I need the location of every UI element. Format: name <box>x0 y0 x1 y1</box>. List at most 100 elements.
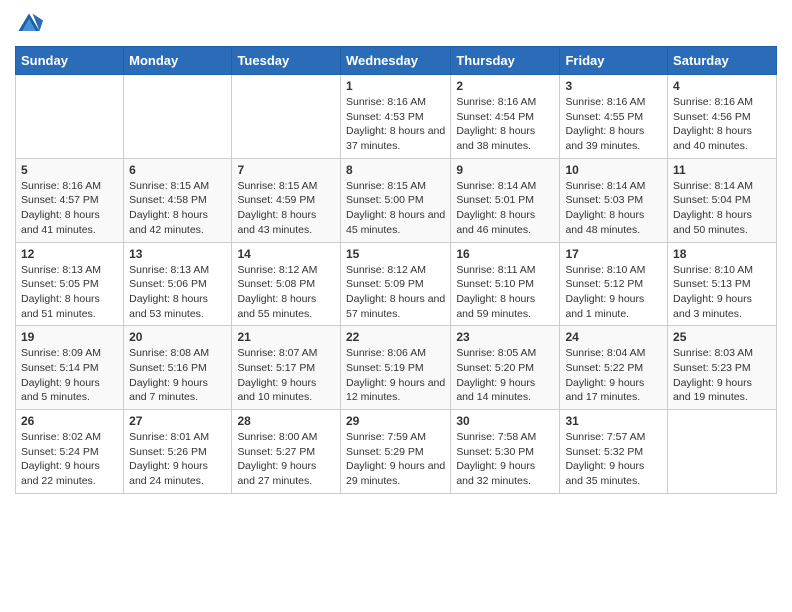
weekday-header-sunday: Sunday <box>16 47 124 75</box>
calendar-cell: 1 Sunrise: 8:16 AM Sunset: 4:53 PM Daylig… <box>340 75 450 159</box>
calendar-cell: 26 Sunrise: 8:02 AM Sunset: 5:24 PM Dayli… <box>16 410 124 494</box>
calendar-cell: 23Sunrise: 8:05 AM Sunset: 5:20 PM Dayli… <box>451 326 560 410</box>
calendar-cell: 10 Sunrise: 8:14 AM Sunset: 5:03 PM Dayli… <box>560 158 668 242</box>
day-number: 16 <box>456 247 554 261</box>
day-number: 3 <box>565 79 662 93</box>
day-number: 9 <box>456 163 554 177</box>
day-info: Sunrise: 8:01 AM Sunset: 5:26 PM Dayligh… <box>129 430 226 489</box>
day-info: Sunrise: 8:11 AM Sunset: 5:10 PM Dayligh… <box>456 263 554 322</box>
day-info: Sunrise: 8:14 AM Sunset: 5:03 PM Dayligh… <box>565 179 662 238</box>
calendar-cell: 8 Sunrise: 8:15 AM Sunset: 5:00 PM Daylig… <box>340 158 450 242</box>
day-info: Sunrise: 8:05 AM Sunset: 5:20 PM Dayligh… <box>456 346 554 405</box>
day-info: Sunrise: 7:57 AM Sunset: 5:32 PM Dayligh… <box>565 430 662 489</box>
calendar-cell: 11 Sunrise: 8:14 AM Sunset: 5:04 PM Dayli… <box>668 158 777 242</box>
calendar-cell: 12 Sunrise: 8:13 AM Sunset: 5:05 PM Dayli… <box>16 242 124 326</box>
day-number: 12 <box>21 247 118 261</box>
weekday-header-thursday: Thursday <box>451 47 560 75</box>
day-number: 6 <box>129 163 226 177</box>
calendar-cell: 17 Sunrise: 8:10 AM Sunset: 5:12 PM Dayli… <box>560 242 668 326</box>
calendar-cell: 30 Sunrise: 7:58 AM Sunset: 5:30 PM Dayli… <box>451 410 560 494</box>
logo-icon <box>15 10 43 38</box>
calendar-cell: 9 Sunrise: 8:14 AM Sunset: 5:01 PM Daylig… <box>451 158 560 242</box>
calendar-table: SundayMondayTuesdayWednesdayThursdayFrid… <box>15 46 777 494</box>
day-number: 4 <box>673 79 771 93</box>
calendar-cell <box>668 410 777 494</box>
calendar-cell <box>124 75 232 159</box>
day-number: 28 <box>237 414 335 428</box>
day-info: Sunrise: 8:10 AM Sunset: 5:13 PM Dayligh… <box>673 263 771 322</box>
calendar-cell: 31 Sunrise: 7:57 AM Sunset: 5:32 PM Dayli… <box>560 410 668 494</box>
day-number: 15 <box>346 247 445 261</box>
day-info: Sunrise: 8:02 AM Sunset: 5:24 PM Dayligh… <box>21 430 118 489</box>
day-info: Sunrise: 8:06 AM Sunset: 5:19 PM Dayligh… <box>346 346 445 405</box>
day-info: Sunrise: 8:10 AM Sunset: 5:12 PM Dayligh… <box>565 263 662 322</box>
day-number: 7 <box>237 163 335 177</box>
calendar-cell: 6 Sunrise: 8:15 AM Sunset: 4:58 PM Daylig… <box>124 158 232 242</box>
calendar-cell: 29 Sunrise: 7:59 AM Sunset: 5:29 PM Dayli… <box>340 410 450 494</box>
day-info: Sunrise: 8:13 AM Sunset: 5:06 PM Dayligh… <box>129 263 226 322</box>
calendar-cell: 19 Sunrise: 8:09 AM Sunset: 5:14 PM Dayli… <box>16 326 124 410</box>
page-container: SundayMondayTuesdayWednesdayThursdayFrid… <box>0 0 792 504</box>
day-info: Sunrise: 8:14 AM Sunset: 5:04 PM Dayligh… <box>673 179 771 238</box>
day-info: Sunrise: 8:03 AM Sunset: 5:23 PM Dayligh… <box>673 346 771 405</box>
day-info: Sunrise: 7:58 AM Sunset: 5:30 PM Dayligh… <box>456 430 554 489</box>
weekday-header-monday: Monday <box>124 47 232 75</box>
day-number: 26 <box>21 414 118 428</box>
calendar-cell: 27 Sunrise: 8:01 AM Sunset: 5:26 PM Dayli… <box>124 410 232 494</box>
calendar-week-row: 26 Sunrise: 8:02 AM Sunset: 5:24 PM Dayli… <box>16 410 777 494</box>
day-number: 5 <box>21 163 118 177</box>
calendar-cell <box>232 75 341 159</box>
weekday-header-friday: Friday <box>560 47 668 75</box>
calendar-cell: 28Sunrise: 8:00 AM Sunset: 5:27 PM Dayli… <box>232 410 341 494</box>
day-info: Sunrise: 8:14 AM Sunset: 5:01 PM Dayligh… <box>456 179 554 238</box>
day-number: 10 <box>565 163 662 177</box>
day-number: 27 <box>129 414 226 428</box>
day-info: Sunrise: 8:16 AM Sunset: 4:54 PM Dayligh… <box>456 95 554 154</box>
page-header <box>15 10 777 38</box>
calendar-cell: 14Sunrise: 8:12 AM Sunset: 5:08 PM Dayli… <box>232 242 341 326</box>
calendar-cell: 15 Sunrise: 8:12 AM Sunset: 5:09 PM Dayli… <box>340 242 450 326</box>
weekday-header-row: SundayMondayTuesdayWednesdayThursdayFrid… <box>16 47 777 75</box>
weekday-header-saturday: Saturday <box>668 47 777 75</box>
day-number: 2 <box>456 79 554 93</box>
day-number: 8 <box>346 163 445 177</box>
calendar-cell: 3Sunrise: 8:16 AM Sunset: 4:55 PM Daylig… <box>560 75 668 159</box>
weekday-header-wednesday: Wednesday <box>340 47 450 75</box>
day-info: Sunrise: 8:13 AM Sunset: 5:05 PM Dayligh… <box>21 263 118 322</box>
logo <box>15 10 47 38</box>
day-info: Sunrise: 8:15 AM Sunset: 4:59 PM Dayligh… <box>237 179 335 238</box>
day-info: Sunrise: 8:12 AM Sunset: 5:09 PM Dayligh… <box>346 263 445 322</box>
day-info: Sunrise: 8:16 AM Sunset: 4:56 PM Dayligh… <box>673 95 771 154</box>
day-info: Sunrise: 8:07 AM Sunset: 5:17 PM Dayligh… <box>237 346 335 405</box>
day-info: Sunrise: 8:15 AM Sunset: 5:00 PM Dayligh… <box>346 179 445 238</box>
calendar-cell: 22 Sunrise: 8:06 AM Sunset: 5:19 PM Dayli… <box>340 326 450 410</box>
day-info: Sunrise: 8:04 AM Sunset: 5:22 PM Dayligh… <box>565 346 662 405</box>
calendar-cell: 16 Sunrise: 8:11 AM Sunset: 5:10 PM Dayli… <box>451 242 560 326</box>
day-number: 29 <box>346 414 445 428</box>
day-number: 20 <box>129 330 226 344</box>
day-number: 17 <box>565 247 662 261</box>
calendar-week-row: 12 Sunrise: 8:13 AM Sunset: 5:05 PM Dayli… <box>16 242 777 326</box>
day-number: 1 <box>346 79 445 93</box>
calendar-week-row: 5 Sunrise: 8:16 AM Sunset: 4:57 PM Daylig… <box>16 158 777 242</box>
day-info: Sunrise: 7:59 AM Sunset: 5:29 PM Dayligh… <box>346 430 445 489</box>
calendar-week-row: 1 Sunrise: 8:16 AM Sunset: 4:53 PM Daylig… <box>16 75 777 159</box>
calendar-cell: 4 Sunrise: 8:16 AM Sunset: 4:56 PM Daylig… <box>668 75 777 159</box>
calendar-cell: 13 Sunrise: 8:13 AM Sunset: 5:06 PM Dayli… <box>124 242 232 326</box>
day-number: 11 <box>673 163 771 177</box>
day-info: Sunrise: 8:09 AM Sunset: 5:14 PM Dayligh… <box>21 346 118 405</box>
day-number: 30 <box>456 414 554 428</box>
day-number: 13 <box>129 247 226 261</box>
day-number: 19 <box>21 330 118 344</box>
day-info: Sunrise: 8:15 AM Sunset: 4:58 PM Dayligh… <box>129 179 226 238</box>
calendar-week-row: 19 Sunrise: 8:09 AM Sunset: 5:14 PM Dayli… <box>16 326 777 410</box>
day-info: Sunrise: 8:12 AM Sunset: 5:08 PM Dayligh… <box>237 263 335 322</box>
day-number: 18 <box>673 247 771 261</box>
day-info: Sunrise: 8:16 AM Sunset: 4:57 PM Dayligh… <box>21 179 118 238</box>
day-number: 22 <box>346 330 445 344</box>
calendar-cell: 5 Sunrise: 8:16 AM Sunset: 4:57 PM Daylig… <box>16 158 124 242</box>
day-number: 31 <box>565 414 662 428</box>
day-number: 21 <box>237 330 335 344</box>
day-info: Sunrise: 8:16 AM Sunset: 4:53 PM Dayligh… <box>346 95 445 154</box>
weekday-header-tuesday: Tuesday <box>232 47 341 75</box>
